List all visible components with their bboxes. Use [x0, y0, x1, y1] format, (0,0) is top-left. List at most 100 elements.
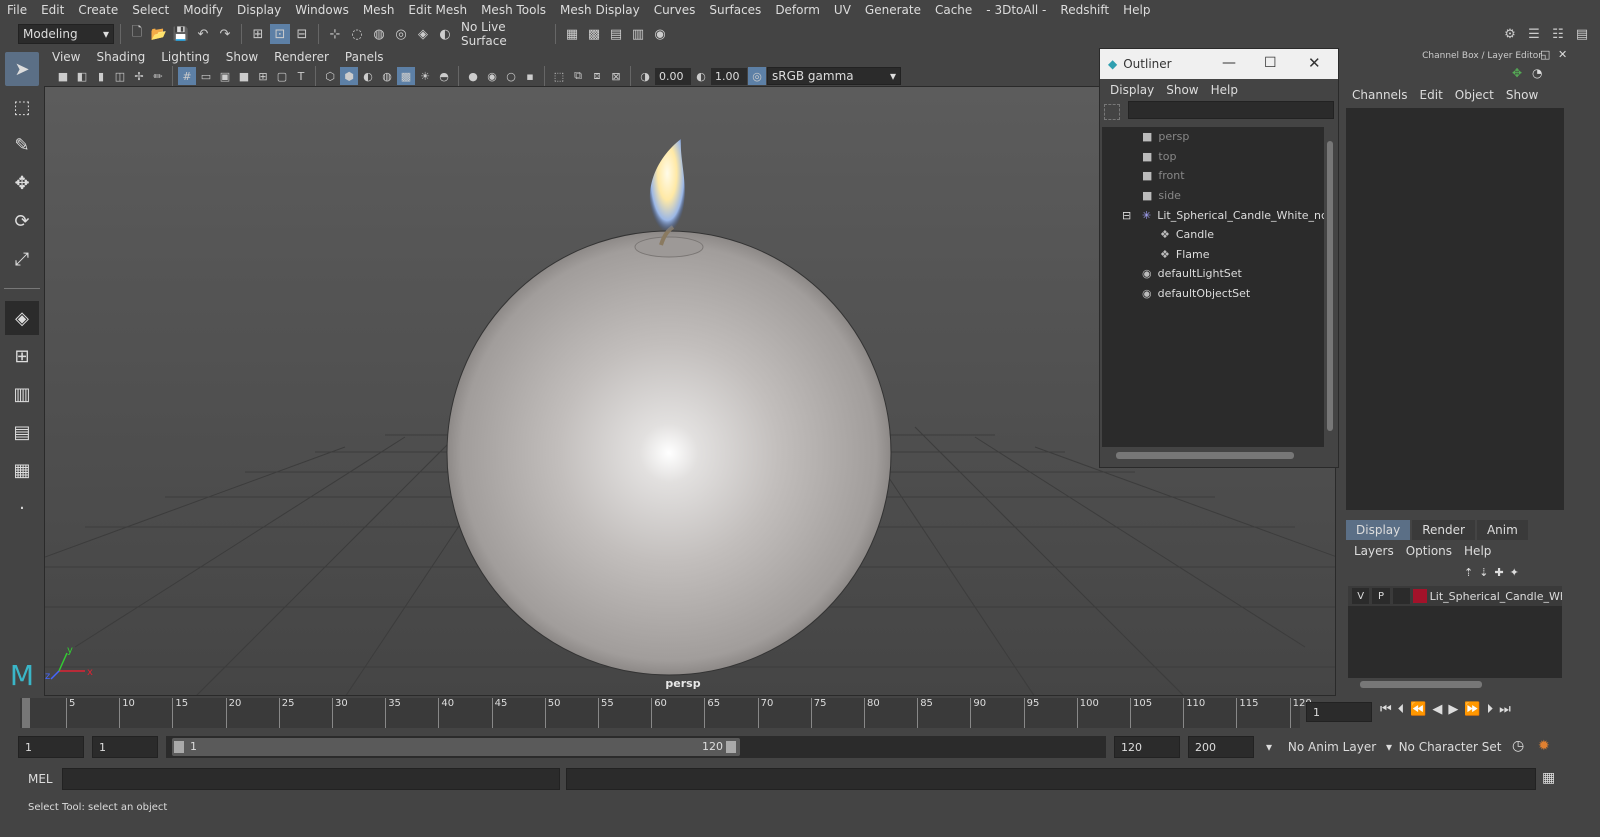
- auto-key-icon[interactable]: ◷: [1512, 738, 1524, 754]
- menu-edit[interactable]: Edit: [34, 3, 71, 17]
- outliner-item[interactable]: ◉ defaultObjectSet: [1102, 284, 1324, 304]
- scale-tool-icon[interactable]: ⤢: [5, 242, 39, 276]
- modeling-toolkit-icon[interactable]: ⚙: [1500, 24, 1520, 44]
- menu-file[interactable]: File: [0, 3, 34, 17]
- camera-select-icon[interactable]: ■: [54, 67, 72, 85]
- layer-color-swatch[interactable]: [1413, 589, 1427, 603]
- playback-end-field[interactable]: 120: [1114, 736, 1180, 758]
- step-forward-frame-icon[interactable]: ⏵: [1487, 702, 1494, 717]
- outliner-menu-display[interactable]: Display: [1104, 83, 1160, 97]
- menu-generate[interactable]: Generate: [858, 3, 928, 17]
- outliner-item[interactable]: ■ persp: [1102, 127, 1324, 147]
- single-perspective-icon[interactable]: ◈: [5, 301, 39, 335]
- outliner-item[interactable]: ⊟ ✳ Lit_Spherical_Candle_White_ncl: [1102, 205, 1324, 225]
- outliner-menu-show[interactable]: Show: [1160, 83, 1204, 97]
- persp-uv-layout-icon[interactable]: ▦: [5, 453, 39, 487]
- layer-display-type[interactable]: [1392, 588, 1411, 604]
- tab-display[interactable]: Display: [1346, 520, 1411, 540]
- menu-mesh-display[interactable]: Mesh Display: [553, 3, 647, 17]
- close-panel-icon[interactable]: ✕: [1558, 48, 1567, 61]
- hypershade-icon[interactable]: ◉: [650, 24, 670, 44]
- menu-3dtoall[interactable]: - 3DtoAll -: [979, 3, 1053, 17]
- viewport-menu-lighting[interactable]: Lighting: [153, 50, 218, 64]
- tool-settings-icon[interactable]: ☷: [1548, 24, 1568, 44]
- go-to-start-icon[interactable]: ⏮: [1380, 702, 1392, 717]
- command-input[interactable]: [62, 768, 560, 790]
- smooth-shade-icon[interactable]: ⬢: [340, 67, 358, 85]
- bookmark-icon[interactable]: ▮: [92, 67, 110, 85]
- step-back-frame-icon[interactable]: ⏴: [1398, 702, 1405, 717]
- xray-icon[interactable]: ⧉: [569, 67, 587, 85]
- outliner-search-input[interactable]: [1128, 101, 1334, 119]
- channel-menu-channels[interactable]: Channels: [1346, 88, 1414, 102]
- range-start-handle[interactable]: [174, 741, 184, 753]
- field-chart-icon[interactable]: ⊞: [254, 67, 272, 85]
- use-all-lights-icon[interactable]: ☀: [416, 67, 434, 85]
- step-forward-key-icon[interactable]: ⏩: [1464, 702, 1480, 717]
- script-editor-icon[interactable]: ▦: [1542, 770, 1555, 786]
- menu-cache[interactable]: Cache: [928, 3, 979, 17]
- menu-uv[interactable]: UV: [827, 3, 858, 17]
- move-layer-down-icon[interactable]: ⇣: [1479, 566, 1488, 579]
- menu-windows[interactable]: Windows: [288, 3, 356, 17]
- textured-icon[interactable]: ▩: [397, 67, 415, 85]
- snap-grid-icon[interactable]: ⊹: [325, 24, 345, 44]
- outliner-titlebar[interactable]: ◆ Outliner — ☐ ✕: [1100, 49, 1338, 79]
- outliner-item[interactable]: ■ side: [1102, 186, 1324, 206]
- viewport-menu-show[interactable]: Show: [218, 50, 266, 64]
- play-forward-icon[interactable]: ▶: [1448, 702, 1458, 717]
- redo-icon[interactable]: ↷: [215, 24, 235, 44]
- anti-aliasing-icon[interactable]: ○: [502, 67, 520, 85]
- menu-edit-mesh[interactable]: Edit Mesh: [401, 3, 474, 17]
- viewport-menu-panels[interactable]: Panels: [337, 50, 392, 64]
- paint-select-icon[interactable]: ✎: [5, 128, 39, 162]
- tab-render[interactable]: Render: [1412, 520, 1475, 540]
- view-transform-dropdown[interactable]: sRGB gamma ▾: [767, 67, 901, 85]
- ipr-render-icon[interactable]: ▤: [606, 24, 626, 44]
- select-hierarchy-icon[interactable]: ⊞: [248, 24, 268, 44]
- channel-box-icon[interactable]: ▤: [1572, 24, 1592, 44]
- layer-menu-help[interactable]: Help: [1458, 544, 1497, 558]
- screen-space-ao-icon[interactable]: ●: [464, 67, 482, 85]
- gamma-icon[interactable]: ◐: [692, 67, 710, 85]
- snap-point-icon[interactable]: ◍: [369, 24, 389, 44]
- isolate-select-icon[interactable]: ⬚: [550, 67, 568, 85]
- current-frame-field[interactable]: 1: [1306, 702, 1372, 722]
- render-settings-icon[interactable]: ▥: [628, 24, 648, 44]
- layer-menu-layers[interactable]: Layers: [1348, 544, 1400, 558]
- outliner-vscrollbar[interactable]: [1324, 127, 1336, 447]
- live-surface-field[interactable]: No Live Surface: [457, 20, 549, 48]
- step-back-key-icon[interactable]: ⏪: [1410, 702, 1426, 717]
- select-tool-icon[interactable]: ➤: [5, 52, 39, 86]
- manipulator-icon[interactable]: ✥: [1512, 66, 1522, 80]
- safe-action-icon[interactable]: ▢: [273, 67, 291, 85]
- anim-layer-dropdown[interactable]: ▾ No Anim Layer: [1262, 736, 1396, 758]
- menu-create[interactable]: Create: [71, 3, 125, 17]
- speed-icon[interactable]: ◔: [1532, 66, 1542, 80]
- menu-redshift[interactable]: Redshift: [1053, 3, 1116, 17]
- default-material-icon[interactable]: ◐: [359, 67, 377, 85]
- camera-attributes-icon[interactable]: ◧: [73, 67, 91, 85]
- menu-mesh[interactable]: Mesh: [356, 3, 402, 17]
- snap-view-icon[interactable]: ◈: [413, 24, 433, 44]
- new-layer-selected-icon[interactable]: ✦: [1510, 566, 1519, 579]
- resolution-gate-icon[interactable]: ▣: [216, 67, 234, 85]
- channel-menu-object[interactable]: Object: [1449, 88, 1500, 102]
- layer-menu-options[interactable]: Options: [1400, 544, 1458, 558]
- menu-surfaces[interactable]: Surfaces: [702, 3, 768, 17]
- anim-prefs-icon[interactable]: ✹: [1538, 738, 1550, 754]
- viewport-menu-renderer[interactable]: Renderer: [266, 50, 337, 64]
- layout-more-icon[interactable]: ·: [5, 491, 39, 525]
- channel-menu-show[interactable]: Show: [1500, 88, 1544, 102]
- wireframe-icon[interactable]: ⬡: [321, 67, 339, 85]
- snap-curve-icon[interactable]: ◌: [347, 24, 367, 44]
- select-component-icon[interactable]: ⊟: [292, 24, 312, 44]
- menuset-dropdown[interactable]: Modeling ▾: [18, 24, 114, 44]
- render-frame-icon[interactable]: ▩: [584, 24, 604, 44]
- open-scene-icon[interactable]: 📂: [149, 24, 169, 44]
- outliner-item[interactable]: ❖ Flame: [1102, 245, 1324, 265]
- layer-hscrollbar[interactable]: [1348, 678, 1562, 690]
- outliner-item[interactable]: ■ top: [1102, 147, 1324, 167]
- collapse-icon[interactable]: ⊟: [1122, 209, 1131, 222]
- grid-icon[interactable]: #: [178, 67, 196, 85]
